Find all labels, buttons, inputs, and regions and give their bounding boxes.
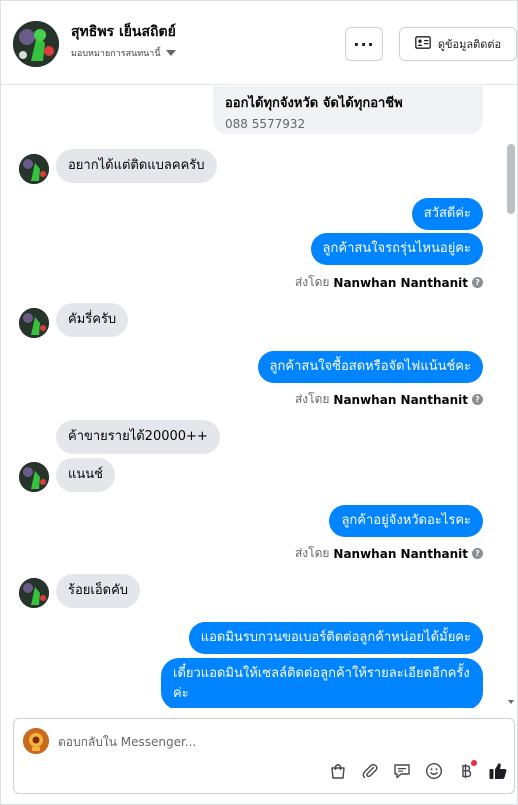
contact-avatar[interactable] — [13, 21, 59, 67]
reply-input[interactable] — [58, 731, 478, 753]
outgoing-message: ลูกค้าสนใจซื้อสดหรือจัดไฟแน้นช์คะ — [257, 351, 483, 383]
page-avatar — [23, 728, 49, 754]
outgoing-message: ลูกค้าอยู่จังหวัดอะไรคะ — [329, 505, 483, 537]
scroll-down-arrow-icon[interactable] — [508, 700, 514, 704]
assign-conversation-dropdown[interactable]: มอบหมายการสนทนานี้ — [71, 46, 176, 60]
notification-dot — [471, 760, 477, 766]
contact-info-label: ดูข้อมูลติดต่อ — [437, 38, 502, 51]
sent-by-prefix: ส่งโดย — [294, 392, 330, 406]
agent-name[interactable]: Nanwhan Nanthanit — [333, 276, 468, 290]
messenger-panel: สุทธิพร เย็นสถิตย์ มอบหมายการสนทนานี้ ··… — [0, 0, 518, 805]
sent-by-label: ส่งโดย Nanwhan Nanthanit ? — [295, 390, 483, 409]
incoming-message: คัมรี่ครับ — [56, 303, 129, 337]
contact-card-icon — [414, 36, 431, 52]
message-list: ออกได้ทุกจังหวัด จัดได้ทุกอาชีพ 088 5577… — [1, 86, 517, 708]
agent-name[interactable]: Nanwhan Nanthanit — [333, 393, 468, 407]
help-icon[interactable]: ? — [472, 277, 483, 288]
baht-icon[interactable] — [456, 760, 477, 781]
contact-name[interactable]: สุทธิพร เย็นสถิตย์ — [71, 21, 176, 43]
incoming-message: แนนช์ — [56, 458, 115, 492]
sent-by-label: ส่งโดย Nanwhan Nanthanit ? — [295, 273, 483, 292]
emoji-icon[interactable] — [424, 761, 444, 781]
ad-card-phone: 088 5577932 — [225, 117, 306, 131]
reply-composer — [13, 718, 515, 794]
outgoing-message: เดี๋ยวแอดมินให้เซลล์ติดต่อลูกค้าให้รายละ… — [161, 658, 483, 708]
more-options-button[interactable]: ··· — [345, 27, 383, 61]
sent-by-prefix: ส่งโดย — [294, 546, 330, 560]
ad-card-title: ออกได้ทุกจังหวัด จัดได้ทุกอาชีพ — [225, 96, 403, 111]
outgoing-message: สวัสดีค่ะ — [411, 198, 483, 230]
sender-avatar — [19, 462, 49, 492]
shared-ad-card[interactable]: ออกได้ทุกจังหวัด จัดได้ทุกอาชีพ 088 5577… — [213, 86, 483, 134]
sender-avatar — [19, 154, 49, 184]
incoming-message: อยากได้แต่ติดแบลคครับ — [56, 149, 217, 183]
outgoing-message: แอดมินรบกวนขอเบอร์ติดต่อลูกค้าหน่อยได้มั… — [188, 622, 483, 654]
shopping-bag-icon[interactable] — [328, 761, 348, 781]
sender-avatar — [19, 308, 49, 338]
incoming-message: ร้อยเอ็ดคับ — [56, 574, 141, 608]
like-icon[interactable] — [488, 761, 508, 781]
incoming-message: ค้าขายรายได้20000++ — [56, 420, 220, 454]
attachment-icon[interactable] — [360, 761, 380, 781]
assign-label: มอบหมายการสนทนานี้ — [71, 49, 161, 59]
scrollbar-thumb[interactable] — [507, 144, 515, 214]
help-icon[interactable]: ? — [472, 394, 483, 405]
outgoing-message: ลูกค้าสนใจรถรุ่นไหนอยู่คะ — [310, 233, 483, 265]
sent-by-prefix: ส่งโดย — [294, 275, 330, 289]
view-contact-info-button[interactable]: ดูข้อมูลติดต่อ — [399, 27, 517, 61]
help-icon[interactable]: ? — [472, 548, 483, 559]
sent-by-label: ส่งโดย Nanwhan Nanthanit ? — [295, 544, 483, 563]
caret-down-icon — [165, 50, 176, 56]
message-scrollbar[interactable] — [507, 86, 515, 708]
agent-name[interactable]: Nanwhan Nanthanit — [333, 547, 468, 561]
conversation-header: สุทธิพร เย็นสถิตย์ มอบหมายการสนทนานี้ ··… — [1, 1, 517, 85]
composer-toolbar — [328, 760, 508, 781]
sender-avatar — [19, 578, 49, 608]
saved-reply-icon[interactable] — [392, 761, 412, 781]
